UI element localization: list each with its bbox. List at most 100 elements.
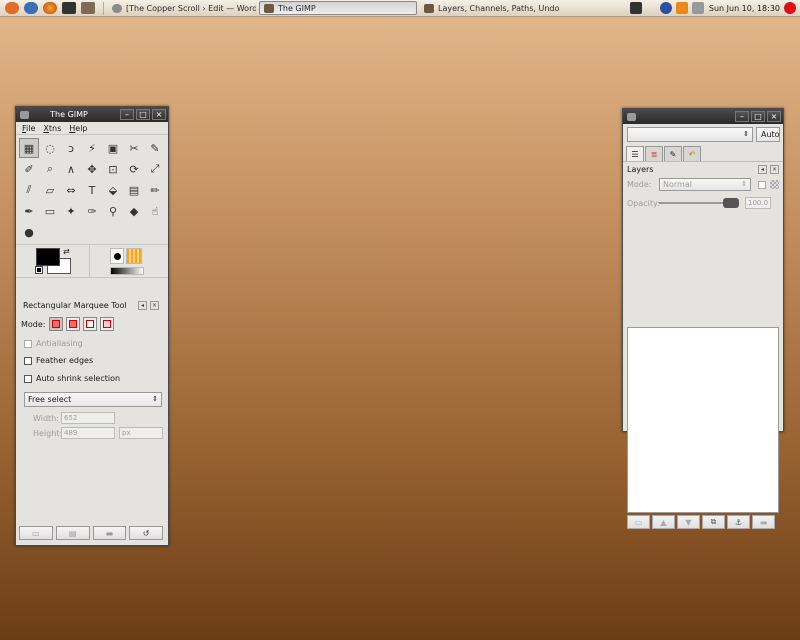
clone-icon[interactable]: ⚲ xyxy=(103,201,123,221)
terminal-icon[interactable] xyxy=(62,2,76,14)
color-select-icon[interactable]: ▣ xyxy=(103,138,123,158)
dock-menu-icon[interactable]: ◂ xyxy=(758,165,767,174)
text-icon[interactable]: T xyxy=(82,180,102,200)
clock[interactable]: Sun Jun 10, 18:30 xyxy=(709,4,780,13)
mode-intersect-button[interactable] xyxy=(99,317,114,331)
width-input[interactable]: 652 xyxy=(61,412,115,424)
crop-icon[interactable]: ⊡ xyxy=(103,159,123,179)
zoom-icon[interactable]: ⌕ xyxy=(40,159,60,179)
mode-replace-button[interactable] xyxy=(48,317,63,331)
rect-select-icon[interactable]: ▦ xyxy=(19,138,39,158)
airbrush-icon[interactable]: ✦ xyxy=(61,201,81,221)
close-button[interactable]: × xyxy=(152,109,166,120)
layers-titlebar[interactable]: – □ × xyxy=(623,109,783,124)
close-button[interactable]: × xyxy=(767,111,781,122)
maximize-button[interactable]: □ xyxy=(136,109,150,120)
channels-tab-icon[interactable]: ≣ xyxy=(645,146,663,161)
power-icon[interactable] xyxy=(784,2,796,14)
image-selector-combo[interactable]: ⇕ xyxy=(627,127,753,142)
dock-menu-icon[interactable]: ◂ xyxy=(138,300,147,310)
tool-options-title: Rectangular Marquee Tool xyxy=(23,300,127,310)
measure-icon[interactable]: ∧ xyxy=(61,159,81,179)
brush-preview[interactable] xyxy=(110,248,124,264)
auto-button[interactable]: Auto xyxy=(756,127,780,142)
tool-options-header: Rectangular Marquee Tool ◂ × xyxy=(19,297,163,313)
minimize-button[interactable]: – xyxy=(120,109,134,120)
convolve-icon[interactable]: ◆ xyxy=(124,201,144,221)
reset-options-button[interactable]: ↺ xyxy=(129,526,163,540)
paths-icon[interactable]: ✎ xyxy=(145,138,165,158)
perspective-icon[interactable]: ▱ xyxy=(40,180,60,200)
volume-icon[interactable] xyxy=(691,2,704,14)
minimize-button[interactable]: – xyxy=(735,111,749,122)
delete-layer-icon[interactable]: ▬ xyxy=(752,515,775,529)
gradient-preview[interactable] xyxy=(110,267,144,275)
select-mode-combo[interactable]: Free select ⇕ xyxy=(24,392,162,407)
update-notifier-icon[interactable] xyxy=(675,2,688,14)
firefox-icon[interactable] xyxy=(43,2,57,14)
keep-transparency-checkbox[interactable] xyxy=(758,180,766,189)
new-layer-icon[interactable]: ▭ xyxy=(627,515,650,529)
maximize-button[interactable]: □ xyxy=(751,111,765,122)
menu-help[interactable]: Help xyxy=(69,124,87,133)
rotate-icon[interactable]: ⟳ xyxy=(124,159,144,179)
antialiasing-checkbox[interactable] xyxy=(24,339,32,348)
mode-add-button[interactable] xyxy=(65,317,80,331)
flip-icon[interactable]: ⇔ xyxy=(61,180,81,200)
dodge-burn-icon[interactable]: ● xyxy=(19,222,39,242)
blend-icon[interactable]: ▤ xyxy=(124,180,144,200)
restore-options-button[interactable]: ▤ xyxy=(55,526,90,540)
ink-icon[interactable]: ✑ xyxy=(82,201,102,221)
anchor-layer-icon[interactable]: ⚓ xyxy=(727,515,750,529)
lower-layer-icon[interactable]: ▼ xyxy=(677,515,700,529)
feather-checkbox[interactable] xyxy=(24,356,32,365)
swap-colors-icon[interactable]: ⇄ xyxy=(63,247,70,256)
ubuntu-menu-icon[interactable] xyxy=(5,2,19,14)
smudge-icon[interactable]: ☝ xyxy=(145,201,165,221)
opacity-slider[interactable] xyxy=(659,198,739,208)
opacity-slider-knob[interactable] xyxy=(723,198,739,208)
web-browser-icon[interactable] xyxy=(24,2,38,14)
layers-tab-icon[interactable]: ☰ xyxy=(626,146,644,161)
pencil-icon[interactable]: ✏ xyxy=(145,180,165,200)
auto-shrink-checkbox[interactable] xyxy=(24,374,32,383)
dock-close-icon[interactable]: × xyxy=(150,300,159,310)
default-colors-icon[interactable] xyxy=(35,266,43,274)
ellipse-select-icon[interactable]: ◌ xyxy=(40,138,60,158)
network-monitor-icon[interactable] xyxy=(629,2,642,14)
eraser-icon[interactable]: ▭ xyxy=(40,201,60,221)
scale-icon[interactable]: ⤢ xyxy=(145,159,165,179)
foreground-color-swatch[interactable] xyxy=(36,248,60,266)
paintbrush-icon[interactable]: ✒ xyxy=(19,201,39,221)
dock-close-icon[interactable]: × xyxy=(770,165,779,174)
menu-file[interactable]: File xyxy=(22,124,35,133)
move-icon[interactable]: ✥ xyxy=(82,159,102,179)
shear-icon[interactable]: ⫽ xyxy=(19,180,39,200)
undo-tab-icon[interactable]: ↶ xyxy=(683,146,701,161)
gimp-launcher-icon[interactable] xyxy=(81,2,95,14)
free-select-icon[interactable]: ↄ xyxy=(61,138,81,158)
save-options-button[interactable]: ▭ xyxy=(19,526,53,540)
height-input[interactable]: 489 xyxy=(61,427,115,439)
task-gimp[interactable]: The GIMP xyxy=(259,1,417,15)
scissors-icon[interactable]: ✂ xyxy=(124,138,144,158)
opacity-input[interactable]: 100.0 xyxy=(745,197,771,209)
fuzzy-select-icon[interactable]: ⚡ xyxy=(82,138,102,158)
color-picker-icon[interactable]: ✐ xyxy=(19,159,39,179)
delete-options-button[interactable]: ▬ xyxy=(92,526,127,540)
bucket-fill-icon[interactable]: ⬙ xyxy=(103,180,123,200)
window-menu-icon[interactable] xyxy=(627,112,636,121)
unit-select[interactable]: px xyxy=(119,427,163,439)
layers-list[interactable] xyxy=(627,327,779,513)
accessibility-icon[interactable] xyxy=(659,2,672,14)
task-layers[interactable]: Layers, Channels, Paths, Undo xyxy=(420,1,570,15)
paths-tab-icon[interactable]: ✎ xyxy=(664,146,682,161)
pattern-preview[interactable] xyxy=(126,248,142,264)
task-wordpress[interactable]: [The Copper Scroll › Edit — WordP… xyxy=(108,1,256,15)
duplicate-layer-icon[interactable]: ⧉ xyxy=(702,515,725,529)
mode-subtract-button[interactable] xyxy=(82,317,97,331)
toolbox-titlebar[interactable]: The GIMP – □ × xyxy=(16,107,168,122)
layer-mode-combo[interactable]: Normal ⇕ xyxy=(659,178,751,191)
raise-layer-icon[interactable]: ▲ xyxy=(652,515,675,529)
menu-xtns[interactable]: Xtns xyxy=(43,124,61,133)
